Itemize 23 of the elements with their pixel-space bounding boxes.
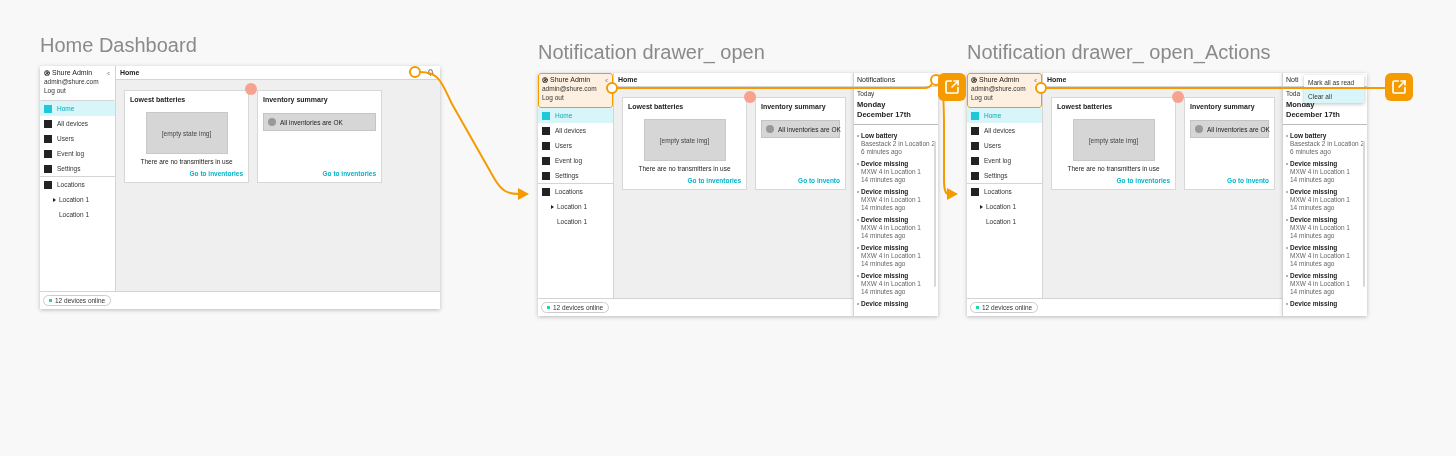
scrollbar[interactable] (934, 141, 936, 287)
user-icon (44, 70, 50, 76)
status-dot (268, 118, 276, 126)
caret-icon[interactable] (550, 204, 554, 209)
external-link-icon[interactable] (938, 73, 966, 101)
artboard-title: Notification drawer_ open (538, 40, 765, 64)
artboard-title: Home Dashboard (40, 33, 197, 57)
caret-icon[interactable] (979, 204, 983, 209)
comment-marker[interactable] (245, 83, 257, 95)
status-dot (766, 125, 774, 133)
artboard-title: Notification drawer_ open_Actions (967, 40, 1271, 64)
external-link-icon[interactable] (1385, 73, 1413, 101)
comment-marker[interactable] (1172, 91, 1184, 103)
collapse-icon[interactable] (604, 77, 609, 83)
user-icon (542, 77, 548, 83)
collapse-icon[interactable] (106, 70, 111, 76)
user-icon (971, 77, 977, 83)
comment-marker[interactable] (744, 91, 756, 103)
collapse-icon[interactable] (1033, 77, 1038, 83)
caret-icon[interactable] (52, 197, 56, 202)
notifications-icon[interactable] (427, 69, 434, 76)
status-dot (1195, 125, 1203, 133)
scrollbar[interactable] (1363, 141, 1365, 287)
